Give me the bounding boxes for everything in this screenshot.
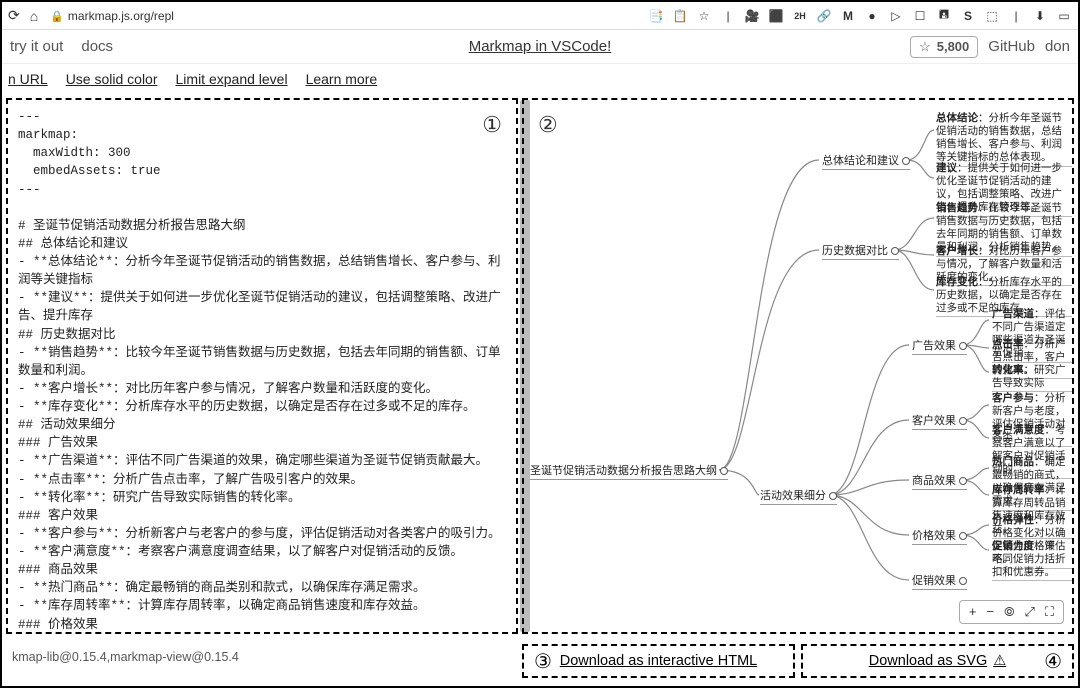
- warning-icon: ⚠: [993, 653, 1006, 669]
- zoom-out-button[interactable]: −: [983, 604, 997, 620]
- ext-icon[interactable]: S: [960, 8, 976, 24]
- ext-icon[interactable]: 📋: [672, 8, 688, 24]
- ext-icon[interactable]: 🖪: [936, 8, 952, 24]
- ext-icon[interactable]: ●: [864, 8, 880, 24]
- ext-icon[interactable]: M: [840, 8, 856, 24]
- node-promo-effect[interactable]: 促销效果: [912, 572, 967, 590]
- badge-four: ④: [1044, 649, 1062, 674]
- badge-one: ①: [482, 112, 502, 138]
- download-icon[interactable]: ⬇: [1032, 8, 1048, 24]
- home-icon[interactable]: ⌂: [30, 8, 38, 24]
- leaf-conversion[interactable]: 转化率：研究广告导致实际: [992, 364, 1072, 392]
- reload-icon[interactable]: ⟳: [8, 7, 20, 24]
- github-star-badge[interactable]: ☆ 5,800: [910, 36, 978, 58]
- star-icon: ☆: [919, 39, 931, 55]
- markdown-editor[interactable]: --- markmap: maxWidth: 300 embedAssets: …: [8, 100, 516, 632]
- site-header: try it out docs Markmap in VSCode! ☆ 5,8…: [2, 30, 1078, 64]
- download-svg-button[interactable]: Download as SVG ⚠ ④: [801, 644, 1074, 678]
- ext-icon[interactable]: 🎥: [744, 8, 760, 24]
- ext-icon[interactable]: 📑: [648, 8, 664, 24]
- use-solid-color-link[interactable]: Use solid color: [66, 71, 158, 87]
- expand-button[interactable]: ⤢: [1021, 604, 1037, 620]
- ext-icon[interactable]: 🔗: [816, 8, 832, 24]
- node-summary[interactable]: 总体结论和建议: [822, 152, 910, 170]
- extension-icons: 📑 📋 ☆ | 🎥 ⬛ 2H 🔗 M ● ▷ ☐ 🖪 S ⬚ | ⬇ ▭: [648, 8, 1072, 24]
- view-controls: + − ⦾ ⤢ ⛶: [959, 600, 1064, 624]
- leaf-promo-strength[interactable]: 促销力度：评估不同促销力括折扣和优惠券。: [992, 540, 1072, 581]
- download-html-button[interactable]: ③ Download as interactive HTML: [522, 644, 795, 678]
- browser-chrome: ⟳ ⌂ 🔒markmap.js.org/repl 📑 📋 ☆ | 🎥 ⬛ 2H …: [2, 2, 1078, 30]
- mindmap-canvas[interactable]: 圣诞节促销活动数据分析报告思路大纲 总体结论和建议 历史数据对比 活动效果细分 …: [524, 100, 1072, 632]
- node-price-effect[interactable]: 价格效果: [912, 527, 967, 545]
- nav-docs[interactable]: docs: [81, 38, 113, 55]
- node-customer-effect[interactable]: 客户效果: [912, 412, 967, 430]
- lock-icon: 🔒: [50, 11, 64, 23]
- nav-try-it-out[interactable]: try it out: [10, 38, 63, 55]
- options-toolbar: n URL Use solid color Limit expand level…: [2, 64, 1078, 94]
- limit-expand-link[interactable]: Limit expand level: [176, 71, 288, 87]
- learn-more-link[interactable]: Learn more: [306, 71, 378, 87]
- version-text: kmap-lib@0.15.4,markmap-view@0.15.4: [6, 644, 516, 678]
- nav-github[interactable]: GitHub: [988, 38, 1035, 55]
- bottom-bar: kmap-lib@0.15.4,markmap-view@0.15.4 ③ Do…: [6, 644, 1074, 678]
- nav-donate[interactable]: don: [1045, 38, 1070, 55]
- ext-icon[interactable]: ⬚: [984, 8, 1000, 24]
- badge-three: ③: [534, 649, 552, 674]
- ext-icon[interactable]: ▷: [888, 8, 904, 24]
- star-icon[interactable]: ☆: [696, 8, 712, 24]
- divider: |: [1008, 8, 1024, 24]
- editor-pane: ① --- markmap: maxWidth: 300 embedAssets…: [6, 98, 518, 634]
- ext-icon[interactable]: ☐: [912, 8, 928, 24]
- node-breakdown[interactable]: 活动效果细分: [760, 487, 837, 505]
- node-root[interactable]: 圣诞节促销活动数据分析报告思路大纲: [530, 462, 728, 480]
- ext-icon[interactable]: 2H: [792, 8, 808, 24]
- vscode-link[interactable]: Markmap in VSCode!: [469, 38, 612, 55]
- panel-icon[interactable]: ▭: [1056, 8, 1072, 24]
- leaf-conclusion[interactable]: 总体结论：分析今年圣诞节促销活动的销售数据，总结销售增长、客户参与、利润等关键指…: [936, 112, 1072, 167]
- zoom-in-button[interactable]: +: [966, 604, 980, 620]
- node-product-effect[interactable]: 商品效果: [912, 472, 967, 490]
- open-url-link[interactable]: n URL: [8, 71, 48, 87]
- main-panes: ① --- markmap: maxWidth: 300 embedAssets…: [2, 94, 1078, 634]
- node-ad-effect[interactable]: 广告效果: [912, 337, 967, 355]
- fullscreen-button[interactable]: ⛶: [1042, 604, 1057, 620]
- star-count: 5,800: [937, 39, 970, 54]
- address-bar[interactable]: 🔒markmap.js.org/repl: [50, 9, 174, 23]
- divider: |: [720, 8, 736, 24]
- fit-button[interactable]: ⦾: [1001, 604, 1017, 620]
- node-history[interactable]: 历史数据对比: [822, 242, 899, 260]
- ext-icon[interactable]: ⬛: [768, 8, 784, 24]
- mindmap-pane: ②: [522, 98, 1074, 634]
